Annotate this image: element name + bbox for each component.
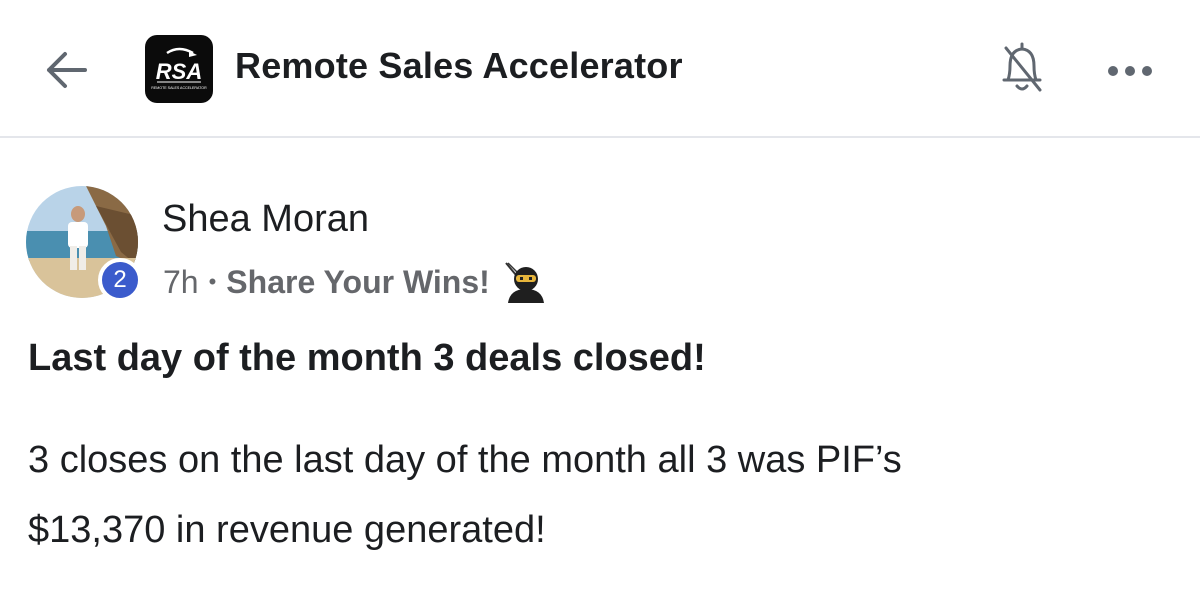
ninja-emoji-icon xyxy=(500,261,546,303)
top-app-bar: RSA REMOTE SALES ACCELERATOR Remote Sale… xyxy=(0,0,1200,138)
author-name[interactable]: Shea Moran xyxy=(162,198,369,241)
post-time[interactable]: 7h xyxy=(163,264,199,301)
author-level-badge: 2 xyxy=(98,258,142,302)
svg-text:REMOTE SALES ACCELERATOR: REMOTE SALES ACCELERATOR xyxy=(151,86,207,90)
post-title: Last day of the month 3 deals closed! xyxy=(28,337,706,379)
notifications-button[interactable] xyxy=(990,36,1054,100)
post-category-link[interactable]: Share Your Wins! xyxy=(226,264,489,301)
group-logo[interactable]: RSA REMOTE SALES ACCELERATOR xyxy=(145,35,213,103)
svg-text:RSA: RSA xyxy=(156,59,202,84)
arrow-left-icon xyxy=(47,52,87,88)
post-body-line: 3 closes on the last day of the month al… xyxy=(28,439,902,481)
more-options-button[interactable] xyxy=(1100,46,1160,96)
bell-off-icon xyxy=(1002,42,1042,92)
meta-separator: • xyxy=(208,269,217,294)
group-title[interactable]: Remote Sales Accelerator xyxy=(235,45,683,87)
rsa-logo-icon: RSA REMOTE SALES ACCELERATOR xyxy=(151,47,207,90)
author-avatar-container[interactable]: 2 xyxy=(26,186,144,304)
post-meta: 7h • Share Your Wins! xyxy=(163,261,546,303)
post-body: 3 closes on the last day of the month al… xyxy=(28,425,1168,565)
more-horizontal-icon xyxy=(1108,66,1152,76)
back-button[interactable] xyxy=(40,44,92,96)
post-body-line: $13,370 in revenue generated! xyxy=(28,509,546,551)
